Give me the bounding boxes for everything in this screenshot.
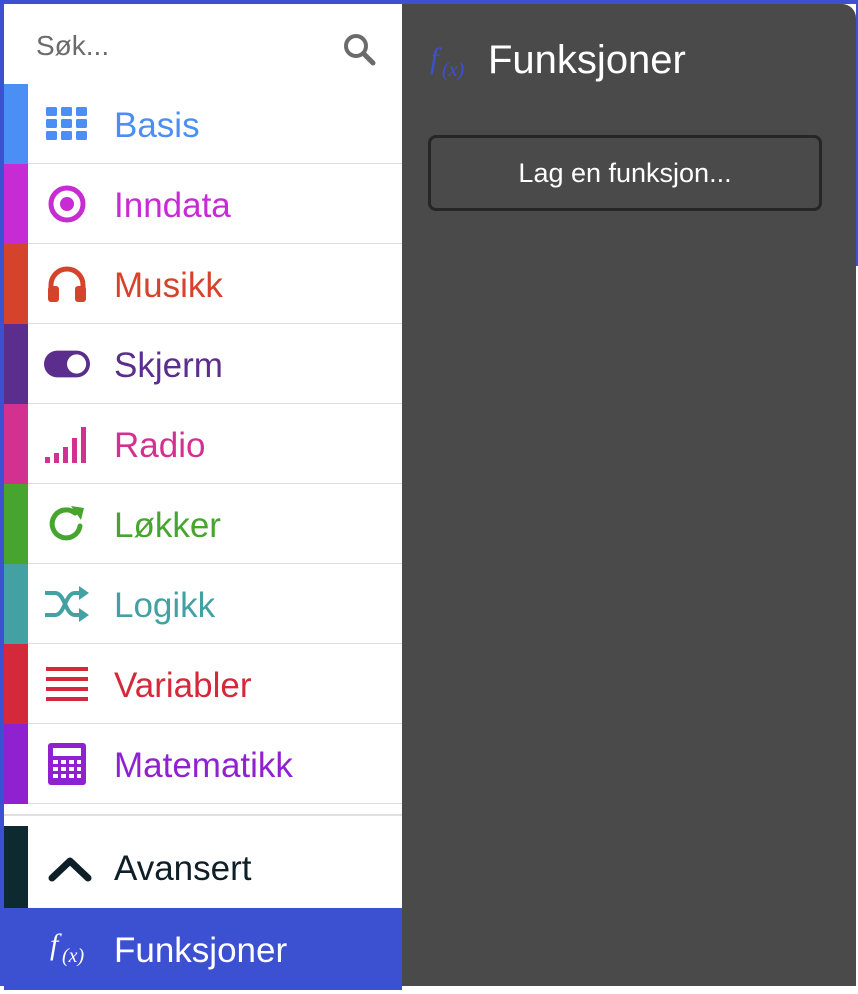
category-inndata[interactable]: Inndata	[4, 164, 402, 244]
category-label: Basis	[114, 106, 200, 145]
category-radio[interactable]: Radio	[4, 404, 402, 484]
category-label: Logikk	[114, 586, 216, 625]
function-icon: f (x)	[50, 928, 85, 967]
category-label: Funksjoner	[114, 931, 288, 970]
svg-text:f: f	[430, 42, 442, 75]
headphones-icon	[44, 262, 90, 306]
category-label: Musikk	[114, 266, 223, 305]
grid-icon	[44, 102, 90, 146]
search-input[interactable]	[36, 26, 326, 66]
category-color-stripe	[4, 244, 28, 324]
svg-text:(x): (x)	[442, 59, 465, 81]
category-label: Skjerm	[114, 346, 223, 385]
chevron-up-icon	[48, 857, 92, 882]
list-lines-icon	[44, 662, 90, 706]
category-color-stripe	[4, 84, 28, 164]
category-label: Løkker	[114, 506, 221, 545]
flyout-title: Funksjoner	[488, 38, 686, 82]
category-avansert[interactable]: Avansert	[4, 826, 402, 908]
category-label: Variabler	[114, 666, 252, 705]
category-variabler[interactable]: Variabler	[4, 644, 402, 724]
target-icon	[44, 182, 90, 226]
category-label: Inndata	[114, 186, 231, 225]
row-divider	[28, 803, 402, 804]
shuffle-icon	[44, 582, 90, 626]
category-label: Avansert	[114, 849, 252, 888]
search-box	[4, 4, 402, 88]
toolbox: Basis Inndata Musikk	[4, 4, 402, 990]
category-color-stripe	[4, 644, 28, 724]
category-lokker[interactable]: Løkker	[4, 484, 402, 564]
category-color-stripe	[4, 404, 28, 484]
refresh-icon	[44, 502, 90, 546]
search-icon[interactable]	[342, 32, 376, 66]
category-matematikk[interactable]: Matematikk	[4, 724, 402, 804]
calculator-icon	[44, 742, 90, 786]
svg-text:(x): (x)	[62, 945, 85, 967]
make-function-button[interactable]: Lag en funksjon...	[428, 135, 822, 211]
svg-text:f: f	[50, 928, 62, 961]
category-color-stripe	[4, 564, 28, 644]
category-color-stripe	[4, 484, 28, 564]
category-color-stripe	[4, 826, 28, 908]
toggle-icon	[44, 342, 90, 386]
category-label: Matematikk	[114, 746, 293, 785]
signal-bars-icon	[44, 422, 90, 466]
category-logikk[interactable]: Logikk	[4, 564, 402, 644]
category-funksjoner[interactable]: f (x) Funksjoner	[4, 908, 402, 990]
category-color-stripe	[4, 724, 28, 804]
section-separator	[4, 814, 402, 816]
category-color-stripe	[4, 164, 28, 244]
category-musikk[interactable]: Musikk	[4, 244, 402, 324]
category-color-stripe	[4, 324, 28, 404]
category-basis[interactable]: Basis	[4, 84, 402, 164]
functions-flyout: f (x) Funksjoner Lag en funksjon...	[402, 4, 856, 986]
category-label: Radio	[114, 426, 206, 465]
function-icon: f (x)	[430, 42, 465, 81]
category-skjerm[interactable]: Skjerm	[4, 324, 402, 404]
